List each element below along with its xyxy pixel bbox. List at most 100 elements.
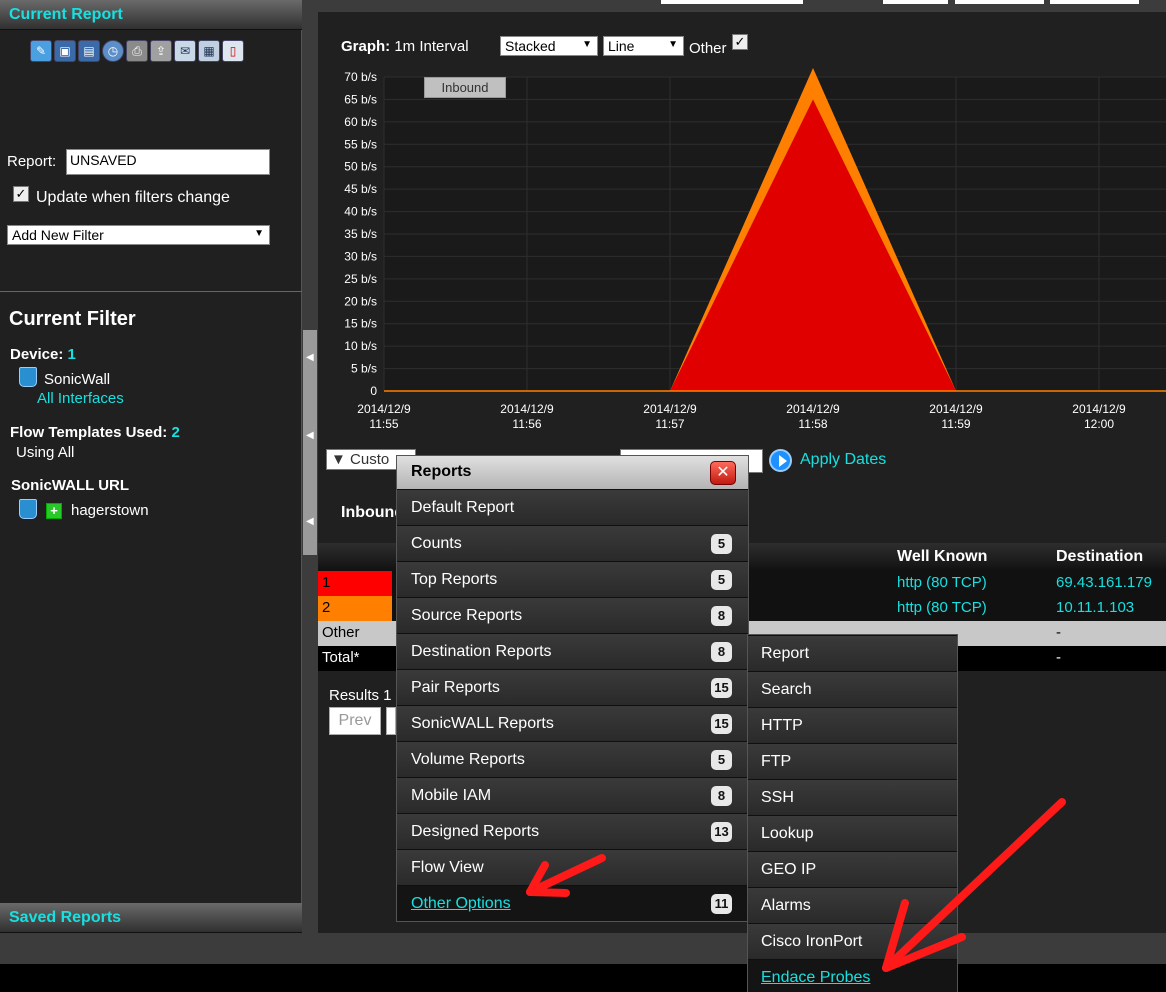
menu-item-top-reports[interactable]: Top Reports 5 bbox=[397, 561, 748, 597]
submenu-item-endace-probes[interactable]: Endace Probes bbox=[748, 959, 957, 992]
apply-dates-play-icon[interactable] bbox=[769, 449, 792, 472]
menu-item-label: Mobile IAM bbox=[411, 787, 492, 804]
save-icon[interactable]: ▣ bbox=[54, 40, 76, 62]
submenu-item-report[interactable]: Report bbox=[748, 635, 957, 671]
add-filter-value: Add New Filter bbox=[12, 227, 104, 243]
panel-divider bbox=[0, 291, 302, 292]
other-checkbox[interactable]: ✓ bbox=[732, 34, 748, 50]
submenu-item-search[interactable]: Search bbox=[748, 671, 957, 707]
top-button[interactable] bbox=[1050, 0, 1139, 4]
menu-item-other-options[interactable]: Other Options 11 bbox=[397, 885, 748, 921]
reports-menu: Reports ✕ Default Report Counts 5 Top Repor… bbox=[396, 455, 749, 922]
bottom-bar bbox=[0, 964, 1166, 992]
x-tick-time: 11:59 bbox=[941, 417, 970, 431]
x-tick-date: 2014/12/9 bbox=[1072, 402, 1126, 416]
all-interfaces-link[interactable]: All Interfaces bbox=[37, 390, 124, 407]
y-tick-label: 45 b/s bbox=[344, 182, 377, 196]
submenu-item-ftp[interactable]: FTP bbox=[748, 743, 957, 779]
eraser-icon[interactable]: ✎ bbox=[30, 40, 52, 62]
report-label: Report: bbox=[7, 153, 57, 170]
email-icon[interactable]: ✉ bbox=[174, 40, 196, 62]
device-name: SonicWall bbox=[44, 371, 111, 388]
saved-reports-header[interactable]: Saved Reports bbox=[0, 903, 302, 933]
menu-item-sonicwall-reports[interactable]: SonicWALL Reports 15 bbox=[397, 705, 748, 741]
update-filters-checkbox[interactable]: ✓ bbox=[13, 186, 29, 202]
menu-item-default-report[interactable]: Default Report bbox=[397, 489, 748, 525]
submenu-item-lookup[interactable]: Lookup bbox=[748, 815, 957, 851]
top-button[interactable] bbox=[661, 0, 803, 4]
add-filter-select[interactable]: Add New Filter ▼ bbox=[7, 225, 270, 245]
submenu-item-label: SSH bbox=[761, 789, 794, 806]
print-icon[interactable]: ⎙ bbox=[126, 40, 148, 62]
flow-templates-count: 2 bbox=[171, 424, 180, 441]
current-report-header[interactable]: Current Report bbox=[0, 0, 302, 30]
other-options-submenu: Report Search HTTP FTP SSH Lookup GEO IP Alarms… bbox=[747, 634, 958, 992]
submenu-item-ssh[interactable]: SSH bbox=[748, 779, 957, 815]
destination-cell[interactable]: 69.43.161.179 bbox=[1056, 574, 1152, 591]
row-rank: 2 bbox=[318, 596, 392, 621]
schedule-clock-icon[interactable]: ◷ bbox=[102, 40, 124, 62]
menu-item-label: Source Reports bbox=[411, 607, 523, 624]
add-icon[interactable]: + bbox=[46, 503, 62, 519]
menu-item-count-badge: 8 bbox=[711, 786, 732, 806]
top-button[interactable] bbox=[883, 0, 948, 4]
save-as-icon[interactable]: ▤ bbox=[78, 40, 100, 62]
menu-item-destination-reports[interactable]: Destination Reports 8 bbox=[397, 633, 748, 669]
chevron-down-icon: ▼ bbox=[668, 39, 678, 50]
inbound-toggle[interactable]: Inbound bbox=[424, 77, 506, 98]
menu-item-designed-reports[interactable]: Designed Reports 13 bbox=[397, 813, 748, 849]
prev-button[interactable]: Prev bbox=[329, 707, 381, 735]
submenu-item-http[interactable]: HTTP bbox=[748, 707, 957, 743]
menu-item-counts[interactable]: Counts 5 bbox=[397, 525, 748, 561]
pdf-icon[interactable]: ▯ bbox=[222, 40, 244, 62]
menu-item-volume-reports[interactable]: Volume Reports 5 bbox=[397, 741, 748, 777]
submenu-item-label: FTP bbox=[761, 753, 792, 770]
menu-item-count-badge: 8 bbox=[711, 642, 732, 662]
submenu-item-alarms[interactable]: Alarms bbox=[748, 887, 957, 923]
menu-item-label: Top Reports bbox=[411, 571, 498, 588]
well-known-cell[interactable]: http (80 TCP) bbox=[897, 599, 987, 616]
stack-select[interactable]: Stacked ▼ bbox=[500, 36, 598, 56]
menu-item-label: Destination Reports bbox=[411, 643, 552, 660]
x-tick-date: 2014/12/9 bbox=[643, 402, 697, 416]
device-label: Device: 1 bbox=[10, 346, 76, 363]
graph-type-select[interactable]: Line ▼ bbox=[603, 36, 684, 56]
traffic-chart: 0 5 b/s 10 b/s 15 b/s 20 b/s 25 b/s 30 b/s 35 b… bbox=[344, 68, 1166, 431]
destination-cell[interactable]: 10.11.1.103 bbox=[1056, 599, 1134, 616]
apply-dates-link[interactable]: Apply Dates bbox=[800, 451, 886, 469]
menu-item-count-badge: 15 bbox=[711, 714, 732, 734]
x-tick-time: 11:57 bbox=[655, 417, 684, 431]
trash-icon[interactable] bbox=[19, 367, 37, 387]
menu-item-pair-reports[interactable]: Pair Reports 15 bbox=[397, 669, 748, 705]
y-tick-label: 65 b/s bbox=[344, 92, 377, 106]
results-label: Results 1 bbox=[329, 687, 392, 704]
well-known-header[interactable]: Well Known bbox=[897, 548, 987, 566]
export-icon[interactable]: ⇪ bbox=[150, 40, 172, 62]
destination-header[interactable]: Destination bbox=[1056, 548, 1143, 566]
menu-item-count-badge: 15 bbox=[711, 678, 732, 698]
custom-range-value: Custo bbox=[350, 451, 390, 468]
y-tick-label: 10 b/s bbox=[344, 339, 377, 353]
well-known-cell[interactable]: http (80 TCP) bbox=[897, 574, 987, 591]
menu-item-label: Designed Reports bbox=[411, 823, 540, 840]
y-tick-label: 20 b/s bbox=[344, 294, 377, 308]
menu-item-flow-view[interactable]: Flow View bbox=[397, 849, 748, 885]
chevron-down-icon: ▼ bbox=[582, 39, 592, 50]
menu-item-label: Other Options bbox=[411, 895, 511, 912]
report-name-input[interactable]: UNSAVED bbox=[66, 149, 270, 175]
menu-item-mobile-iam[interactable]: Mobile IAM 8 bbox=[397, 777, 748, 813]
csv-icon[interactable]: ▦ bbox=[198, 40, 220, 62]
chevron-down-icon: ▼ bbox=[254, 228, 264, 239]
trash-icon[interactable] bbox=[19, 499, 37, 519]
graph-label: Graph: 1m Interval bbox=[341, 38, 469, 55]
top-button[interactable] bbox=[955, 0, 1044, 4]
close-icon[interactable]: ✕ bbox=[710, 461, 736, 485]
submenu-item-cisco-ironport[interactable]: Cisco IronPort bbox=[748, 923, 957, 959]
page-input[interactable] bbox=[386, 707, 396, 735]
menu-item-source-reports[interactable]: Source Reports 8 bbox=[397, 597, 748, 633]
panel-collapse-handle[interactable]: ◀ ◀ ◀ bbox=[303, 330, 317, 555]
submenu-item-geo-ip[interactable]: GEO IP bbox=[748, 851, 957, 887]
submenu-item-label: Report bbox=[761, 645, 810, 662]
menu-item-label: Counts bbox=[411, 535, 462, 552]
menu-item-label: SonicWALL Reports bbox=[411, 715, 554, 732]
